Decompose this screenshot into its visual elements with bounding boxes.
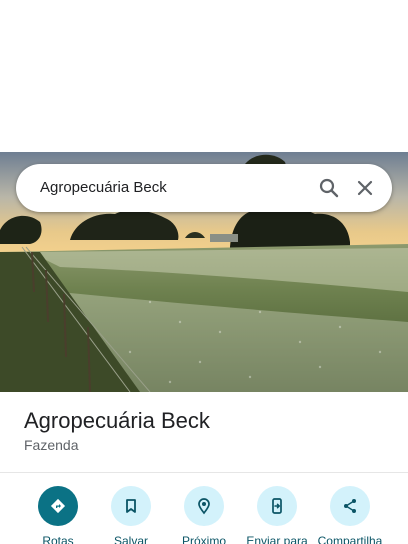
- blank-top-area: [0, 0, 408, 152]
- place-category: Fazenda: [24, 437, 79, 453]
- place-title: Agropecuária Beck: [24, 408, 210, 433]
- send-to-phone-icon: [257, 486, 297, 526]
- directions-icon: [38, 486, 78, 526]
- search-query-text[interactable]: Agropecuária Beck: [40, 164, 167, 212]
- share-label: Compartilha: [317, 534, 383, 544]
- close-icon[interactable]: [353, 176, 377, 200]
- action-bar: Rotas Salvar Próximo Enviar para Compart…: [0, 486, 408, 544]
- nearby-icon: [184, 486, 224, 526]
- search-bar[interactable]: Agropecuária Beck: [16, 164, 392, 212]
- search-icon[interactable]: [317, 176, 341, 200]
- bookmark-icon: [111, 486, 151, 526]
- share-button[interactable]: Compartilha: [310, 486, 390, 544]
- share-icon: [330, 486, 370, 526]
- divider: [0, 472, 408, 473]
